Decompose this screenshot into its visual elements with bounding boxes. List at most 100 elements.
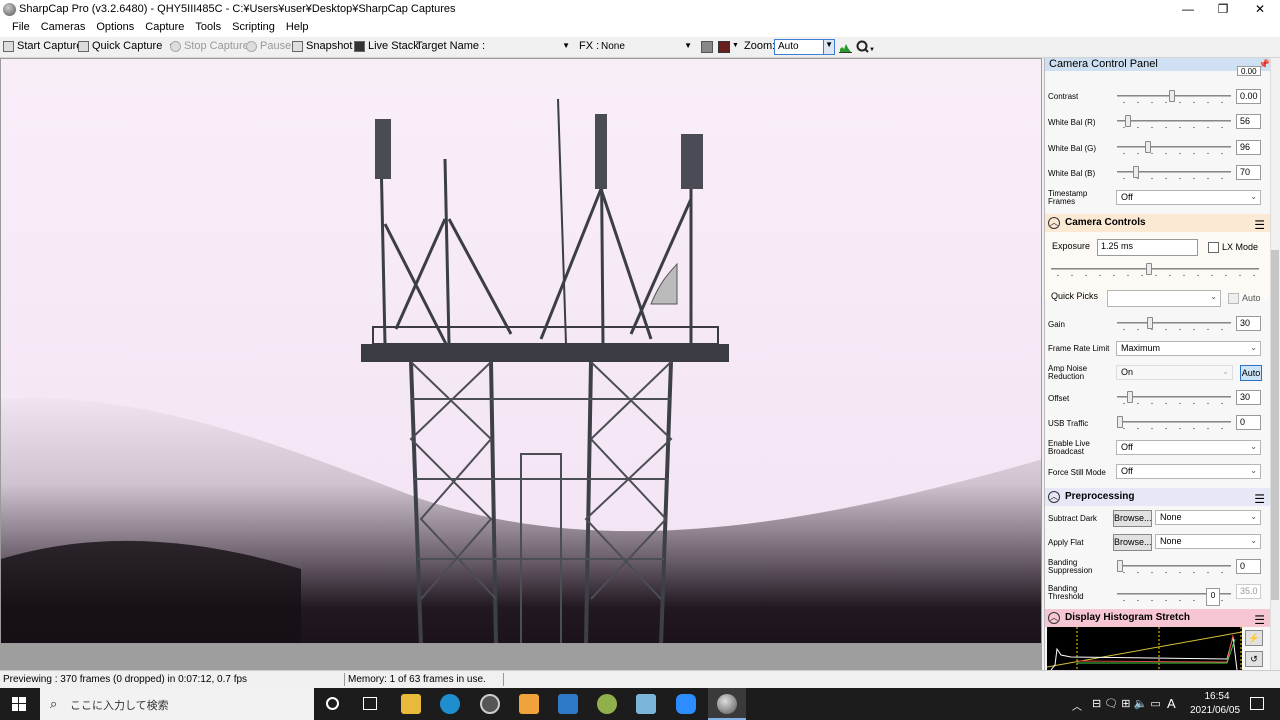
menu-tools[interactable]: Tools	[191, 19, 228, 37]
offset-value[interactable]: 30	[1236, 390, 1261, 405]
wb-g-slider-thumb[interactable]	[1145, 141, 1151, 153]
frame-rate-dropdown[interactable]: Maximum ⌄	[1116, 341, 1261, 356]
start-capture-button[interactable]: Start Capture	[3, 40, 82, 52]
task-view-icon[interactable]	[363, 697, 377, 710]
taskbar-search[interactable]: ⌕ ここに入力して検索	[40, 688, 314, 720]
timestamp-dropdown[interactable]: Off ⌄	[1116, 190, 1261, 205]
histogram-header[interactable]: ︿ Display Histogram Stretch ☰	[1045, 609, 1270, 627]
ime-indicator[interactable]: A	[1167, 696, 1176, 711]
notification-icon[interactable]	[1250, 697, 1264, 710]
banding-suppression-slider[interactable]	[1117, 560, 1231, 574]
maximize-button[interactable]: ❐	[1205, 0, 1241, 19]
apply-flat-dropdown[interactable]: None ⌄	[1155, 534, 1261, 549]
scrollbar-thumb[interactable]	[1271, 250, 1279, 600]
exposure-slider-thumb[interactable]	[1146, 263, 1152, 275]
chevron-down-icon[interactable]: ▼	[732, 42, 739, 49]
menu-icon[interactable]: ☰	[1254, 490, 1265, 508]
reticle-icon[interactable]	[701, 41, 713, 53]
reset-icon[interactable]: ↺	[1245, 651, 1263, 667]
brightness-value[interactable]: 0.00	[1237, 66, 1261, 76]
minimize-button[interactable]: —	[1170, 0, 1206, 19]
file-explorer-icon[interactable]	[401, 694, 421, 714]
zoom-tool-icon[interactable]: ▼	[856, 40, 875, 54]
stop-capture-button[interactable]: Stop Capture	[170, 40, 249, 52]
offset-slider-thumb[interactable]	[1127, 391, 1133, 403]
quick-capture-button[interactable]: Quick Capture▼	[78, 40, 175, 52]
contrast-slider-thumb[interactable]	[1169, 90, 1175, 102]
histogram-icon[interactable]	[839, 41, 852, 53]
amp-noise-dropdown[interactable]: On ⌄	[1116, 365, 1233, 380]
wb-r-slider-thumb[interactable]	[1125, 115, 1131, 127]
zoom-app-icon[interactable]	[676, 694, 696, 714]
auto-stretch-icon[interactable]: ⚡	[1245, 630, 1263, 646]
offset-slider[interactable]	[1117, 391, 1231, 405]
wb-b-value[interactable]: 70	[1236, 165, 1261, 180]
camera-preview[interactable]	[0, 58, 1042, 644]
histogram-display[interactable]	[1047, 627, 1242, 670]
tray-icons[interactable]: ⊟ 🗨 ⊞ 🔈 ▭	[1092, 697, 1161, 710]
subtract-dark-browse-button[interactable]: Browse...	[1113, 510, 1152, 527]
gain-slider-thumb[interactable]	[1147, 317, 1153, 329]
quick-picks-dropdown[interactable]: ⌄	[1107, 290, 1221, 307]
snapshot-button[interactable]: Snapshot	[292, 40, 352, 52]
gain-value[interactable]: 30	[1236, 316, 1261, 331]
wb-r-value[interactable]: 56	[1236, 114, 1261, 129]
edge-icon[interactable]	[440, 694, 460, 714]
app-icon[interactable]	[597, 694, 617, 714]
apply-flat-browse-button[interactable]: Browse...	[1113, 534, 1152, 551]
live-stack-button[interactable]: Live Stack	[354, 40, 419, 52]
usb-traffic-slider-thumb[interactable]	[1117, 416, 1123, 428]
wb-b-slider[interactable]	[1117, 166, 1231, 180]
sharpcap-taskbar-button[interactable]	[708, 688, 746, 720]
wb-b-slider-thumb[interactable]	[1133, 166, 1139, 178]
force-still-dropdown[interactable]: Off ⌄	[1116, 464, 1261, 479]
menu-file[interactable]: File	[0, 19, 37, 37]
collapse-icon[interactable]: ︿	[1048, 491, 1060, 503]
collapse-icon[interactable]: ︿	[1048, 612, 1060, 624]
gain-slider[interactable]	[1117, 317, 1231, 331]
menu-icon[interactable]: ☰	[1254, 611, 1265, 629]
target-name-combo[interactable]: ▼	[478, 39, 573, 55]
contrast-slider[interactable]	[1117, 90, 1231, 104]
clock-time[interactable]: 16:54	[1192, 691, 1242, 702]
wb-r-slider[interactable]	[1117, 115, 1231, 129]
preprocessing-header[interactable]: ︿ Preprocessing ☰	[1045, 488, 1270, 506]
fx-combo[interactable]: None ▼	[597, 39, 695, 55]
subtract-dark-dropdown[interactable]: None ⌄	[1155, 510, 1261, 525]
chevron-up-icon[interactable]: ︿	[1072, 698, 1082, 713]
banding-suppression-value[interactable]: 0	[1236, 559, 1261, 574]
clock-date[interactable]: 2021/06/05	[1185, 705, 1245, 716]
app-icon[interactable]	[636, 694, 656, 714]
usb-traffic-value[interactable]: 0	[1236, 415, 1261, 430]
zoom-combo[interactable]: Auto ▼	[774, 39, 835, 55]
wb-g-slider[interactable]	[1117, 141, 1231, 155]
pause-button[interactable]: Pause	[246, 40, 291, 52]
wb-g-value[interactable]: 96	[1236, 140, 1261, 155]
color-icon[interactable]	[718, 41, 730, 53]
exposure-slider[interactable]	[1051, 263, 1259, 277]
cortana-icon[interactable]	[326, 697, 339, 710]
camera-controls-header[interactable]: ︿ Camera Controls ☰	[1045, 214, 1270, 232]
usb-traffic-slider[interactable]	[1117, 416, 1231, 430]
banding-threshold-value[interactable]: 35.0	[1236, 584, 1261, 599]
menu-help[interactable]: Help	[282, 19, 316, 37]
lx-mode-checkbox[interactable]	[1208, 242, 1219, 253]
mail-icon[interactable]	[558, 694, 578, 714]
menu-cameras[interactable]: Cameras	[37, 19, 93, 37]
store-icon[interactable]	[519, 694, 539, 714]
banding-suppression-thumb[interactable]	[1117, 560, 1123, 572]
quick-picks-auto-checkbox[interactable]	[1228, 293, 1239, 304]
menu-options[interactable]: Options	[92, 19, 141, 37]
menu-capture[interactable]: Capture	[141, 19, 191, 37]
collapse-icon[interactable]: ︿	[1048, 217, 1060, 229]
amp-noise-auto-button[interactable]: Auto	[1240, 365, 1262, 381]
menu-scripting[interactable]: Scripting	[228, 19, 282, 37]
live-broadcast-dropdown[interactable]: Off ⌄	[1116, 440, 1261, 455]
banding-threshold-thumb[interactable]: 0	[1206, 588, 1220, 606]
windows-start-icon[interactable]	[12, 697, 26, 711]
contrast-value[interactable]: 0.00	[1236, 89, 1261, 104]
app-icon[interactable]	[480, 694, 500, 714]
exposure-input[interactable]: 1.25 ms	[1097, 239, 1198, 256]
panel-title-text: Camera Control Panel	[1049, 58, 1158, 70]
close-button[interactable]: ✕	[1242, 0, 1278, 19]
